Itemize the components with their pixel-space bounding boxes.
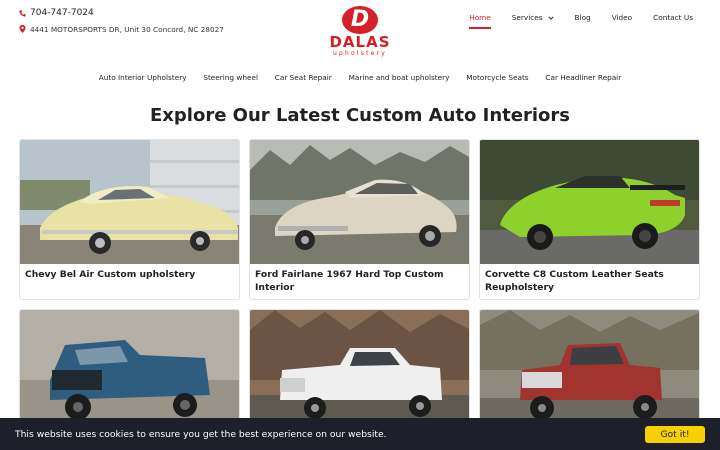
car-photo — [20, 140, 239, 264]
subnav-steering-wheel[interactable]: Steering wheel — [203, 73, 258, 82]
cookie-message: This website uses cookies to ensure you … — [15, 428, 387, 440]
logo-letter: D — [350, 7, 370, 32]
contact-info: 704-747-7024 4441 MOTORSPORTS DR, Unit 3… — [19, 5, 224, 37]
phone-number[interactable]: 704-747-7024 — [30, 8, 94, 18]
subnav-auto-interior[interactable]: Auto Interior Upholstery — [99, 73, 187, 82]
card-image[interactable] — [250, 140, 469, 264]
phone-row[interactable]: 704-747-7024 — [19, 5, 224, 21]
site-logo[interactable]: D DALAS upholstery — [323, 6, 397, 58]
map-pin-icon — [19, 25, 26, 33]
nav-contact[interactable]: Contact Us — [653, 11, 693, 25]
page-heading: Explore Our Latest Custom Auto Interiors — [150, 105, 570, 126]
subnav-marine-boat[interactable]: Marine and boat upholstery — [349, 73, 450, 82]
nav-services-label: Services — [511, 13, 543, 22]
card-image[interactable] — [250, 310, 469, 434]
card-image[interactable] — [480, 310, 699, 434]
nav-video[interactable]: Video — [612, 11, 632, 25]
logo-emblem: D — [342, 6, 378, 34]
nav-services[interactable]: Services — [512, 11, 554, 25]
car-photo — [480, 140, 699, 264]
address-row: 4441 MOTORSPORTS DR, Unit 30 Concord, NC… — [19, 21, 224, 37]
gallery-card[interactable]: Ford Fairlane 1967 Hard Top Custom Inter… — [249, 139, 470, 300]
nav-home[interactable]: Home — [469, 11, 491, 29]
phone-icon — [19, 9, 26, 17]
card-image[interactable] — [20, 140, 239, 264]
gallery-card[interactable]: Corvette C8 Custom Leather Seats Reuphol… — [479, 139, 700, 300]
subnav-motorcycle-seats[interactable]: Motorcycle Seats — [466, 73, 528, 82]
main-nav: Home Services Blog Video Contact Us — [448, 11, 693, 29]
car-photo — [250, 310, 469, 434]
car-photo — [20, 310, 239, 434]
site-header: 704-747-7024 4441 MOTORSPORTS DR, Unit 3… — [0, 0, 720, 62]
subnav-headliner-repair[interactable]: Car Headliner Repair — [545, 73, 621, 82]
card-image[interactable] — [20, 310, 239, 434]
card-title[interactable]: Corvette C8 Custom Leather Seats Reuphol… — [480, 264, 699, 299]
subnav-car-seat-repair[interactable]: Car Seat Repair — [275, 73, 332, 82]
car-photo — [480, 310, 699, 434]
card-title[interactable]: Ford Fairlane 1967 Hard Top Custom Inter… — [250, 264, 469, 299]
nav-blog[interactable]: Blog — [575, 11, 591, 25]
chevron-down-icon — [547, 16, 554, 20]
car-photo — [250, 140, 469, 264]
card-image[interactable] — [480, 140, 699, 264]
logo-name: DALAS — [329, 33, 391, 51]
card-title[interactable]: Chevy Bel Air Custom upholstery — [20, 264, 239, 287]
logo-tagline: upholstery — [333, 50, 387, 57]
gallery-card[interactable]: Chevy Bel Air Custom upholstery — [19, 139, 240, 300]
address-text: 4441 MOTORSPORTS DR, Unit 30 Concord, NC… — [30, 24, 224, 34]
cookie-banner: This website uses cookies to ensure you … — [0, 418, 720, 450]
accept-cookies-button[interactable]: Got it! — [645, 425, 705, 443]
services-subnav: Auto Interior Upholstery Steering wheel … — [0, 73, 720, 82]
